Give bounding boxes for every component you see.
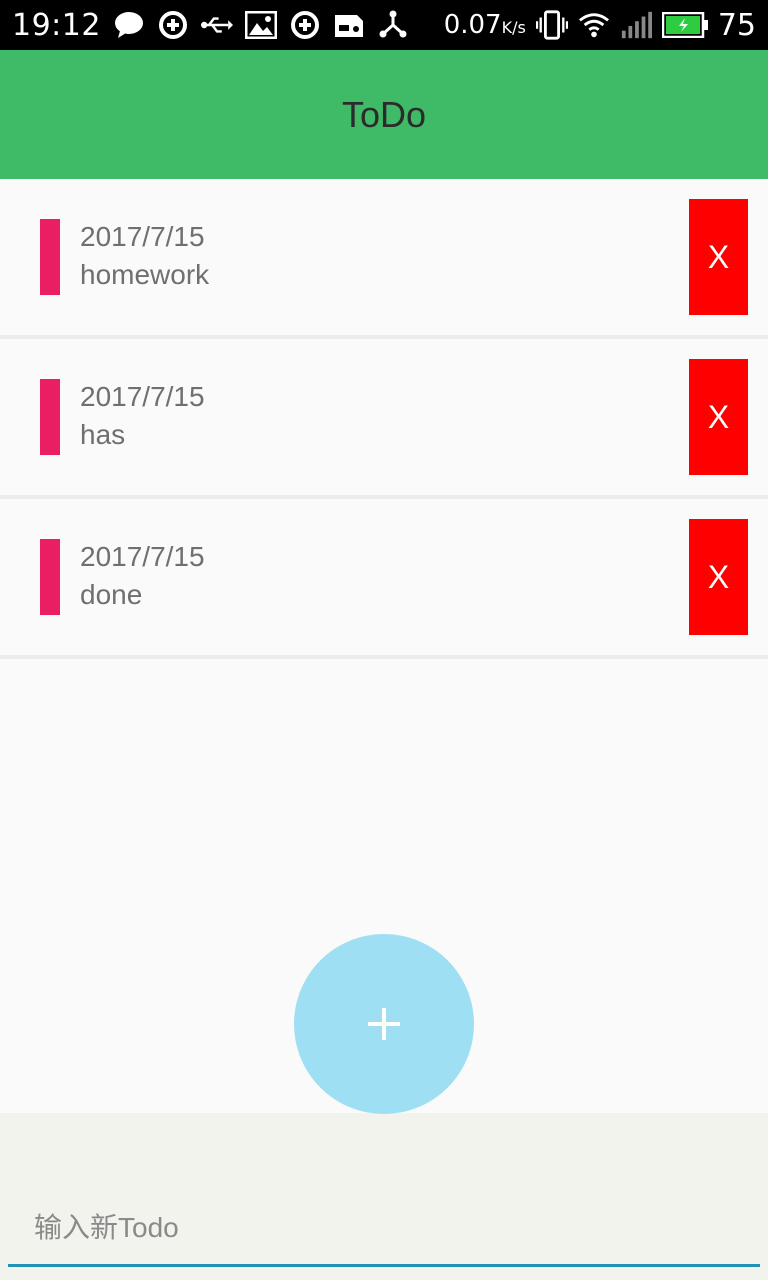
plus-icon xyxy=(366,1006,402,1042)
battery-level: 75 xyxy=(717,7,756,43)
status-left: 19:12 xyxy=(12,8,409,43)
priority-marker xyxy=(40,219,60,295)
network-speed-value: 0.07 xyxy=(443,10,502,40)
status-time: 19:12 xyxy=(12,7,101,43)
wifi-icon xyxy=(578,9,610,41)
usb-icon xyxy=(200,9,233,41)
share-icon xyxy=(377,9,409,41)
network-speed-unit: K/s xyxy=(501,18,526,37)
todo-date: 2017/7/15 xyxy=(80,221,205,252)
screen: 19:12 0.07K/s 75 ToDo 2017/7/15 homework… xyxy=(0,0,768,1280)
todo-date: 2017/7/15 xyxy=(80,541,205,572)
status-bar: 19:12 0.07K/s 75 xyxy=(0,0,768,50)
page-title: ToDo xyxy=(341,93,427,135)
sync-icon xyxy=(157,9,189,41)
input-area xyxy=(0,1113,768,1280)
list-item[interactable]: 2017/7/15 has X xyxy=(0,339,768,499)
todo-list: 2017/7/15 homework X 2017/7/15 has X 201… xyxy=(0,179,768,659)
delete-button[interactable]: X xyxy=(689,199,748,315)
image-icon xyxy=(244,9,277,41)
network-speed: 0.07K/s xyxy=(444,10,526,40)
app-bar: ToDo xyxy=(0,50,768,179)
todo-text: done xyxy=(80,579,143,610)
vibrate-icon xyxy=(535,9,568,41)
delete-button[interactable]: X xyxy=(689,519,748,635)
battery-icon xyxy=(661,9,708,41)
list-item[interactable]: 2017/7/15 done X xyxy=(0,499,768,659)
delete-button[interactable]: X xyxy=(689,359,748,475)
todo-text: homework xyxy=(80,259,210,290)
sync-icon xyxy=(289,9,321,41)
todo-text: has xyxy=(80,419,126,450)
priority-marker xyxy=(40,379,60,455)
status-right: 0.07K/s 75 xyxy=(444,8,756,43)
new-todo-input[interactable] xyxy=(8,1191,760,1267)
list-item[interactable]: 2017/7/15 homework X xyxy=(0,179,768,339)
todo-date: 2017/7/15 xyxy=(80,381,205,412)
signal-icon xyxy=(620,9,652,41)
priority-marker xyxy=(40,539,60,615)
add-button[interactable] xyxy=(294,934,474,1114)
chat-icon xyxy=(113,9,145,41)
sd-card-icon xyxy=(333,9,365,41)
